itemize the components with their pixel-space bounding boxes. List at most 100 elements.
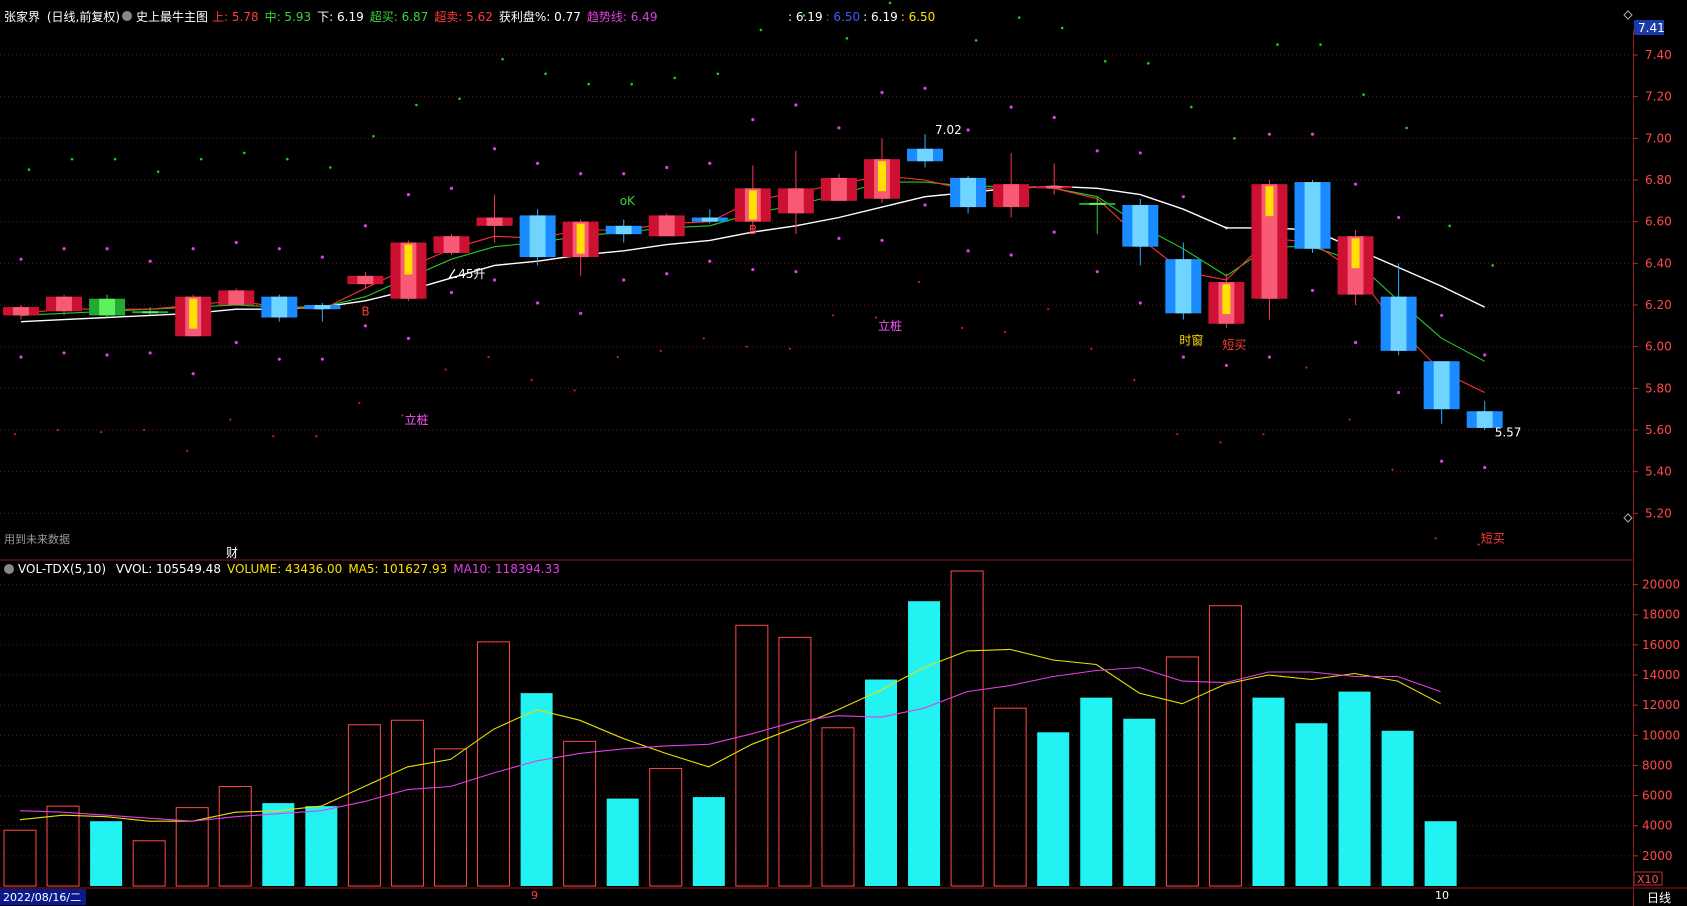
candle[interactable] — [648, 213, 685, 237]
candle[interactable] — [1208, 273, 1245, 328]
candle[interactable] — [261, 294, 298, 322]
candles[interactable] — [3, 134, 1503, 430]
indicator-dot — [530, 378, 533, 382]
period-label[interactable]: 日线 — [1647, 891, 1671, 905]
volume-tick-label: 8000 — [1642, 758, 1673, 772]
price-tick-label: 6.00 — [1645, 340, 1672, 354]
volume-bar[interactable] — [821, 727, 855, 887]
indicator-dot — [70, 157, 74, 161]
candle[interactable] — [993, 152, 1030, 218]
volume-bar[interactable] — [606, 798, 639, 886]
indicator-dot — [745, 345, 748, 348]
indicator-dot — [62, 351, 66, 355]
indicator-dot — [579, 311, 583, 315]
volume-bar[interactable] — [390, 719, 424, 887]
indicator-dot — [573, 389, 576, 392]
indicator-dot — [665, 272, 669, 276]
volume-bar[interactable] — [692, 797, 725, 886]
volume-bar[interactable] — [1080, 697, 1113, 886]
candle[interactable] — [1036, 163, 1073, 195]
candle[interactable] — [691, 209, 728, 224]
volume-bar[interactable] — [46, 805, 80, 887]
volume-bar[interactable] — [735, 624, 769, 887]
volume-bar[interactable] — [3, 829, 37, 887]
volume-bars[interactable] — [3, 570, 1457, 887]
value-field-1: 中: 5.93 — [265, 9, 312, 24]
candle[interactable] — [218, 288, 255, 305]
indicator-dot — [708, 161, 712, 165]
indicator-dot — [1147, 62, 1150, 65]
volume-bar[interactable] — [1338, 691, 1371, 886]
candle[interactable] — [562, 219, 599, 276]
volume-bar[interactable] — [865, 679, 897, 886]
candle[interactable] — [89, 294, 126, 318]
indicator-dot — [1219, 441, 1222, 444]
candle[interactable] — [605, 219, 642, 243]
volume-bar[interactable] — [434, 748, 467, 887]
volume-bar[interactable] — [1295, 723, 1328, 886]
volume-bar[interactable] — [1208, 605, 1242, 887]
indicator-dot — [458, 97, 461, 101]
volume-bar[interactable] — [993, 707, 1027, 887]
volume-bar[interactable] — [649, 767, 683, 887]
indicator-dot — [837, 126, 841, 130]
candle[interactable] — [476, 194, 513, 243]
candle[interactable] — [950, 175, 987, 214]
candle[interactable] — [1380, 263, 1417, 355]
indicator-dot — [1440, 313, 1444, 318]
indicator-dot — [363, 224, 367, 228]
indicator-dot — [1267, 355, 1272, 359]
indicator-dot — [837, 236, 841, 240]
candle[interactable] — [347, 271, 384, 289]
candle[interactable] — [433, 234, 470, 255]
volume-bar[interactable] — [908, 601, 941, 886]
indicator-values: 上: 5.78 中: 5.93 下: 6.19 超买: 6.87 超卖: 5.62 获利盘… — [212, 9, 657, 24]
volume-bar[interactable] — [1252, 697, 1285, 886]
indicator-dot — [320, 255, 324, 259]
value-field-5: 获利盘%: 0.77 — [499, 9, 581, 24]
volume-bar[interactable] — [950, 570, 984, 887]
volume-bar[interactable] — [218, 786, 252, 887]
volume-bar[interactable] — [1381, 730, 1414, 886]
indicator-dot — [1138, 151, 1142, 155]
volume-bar[interactable] — [1165, 656, 1199, 887]
volume-bar[interactable] — [1123, 718, 1156, 886]
candle[interactable] — [1423, 361, 1460, 424]
candle[interactable] — [1165, 242, 1202, 320]
candle[interactable] — [304, 302, 341, 322]
volume-bar[interactable] — [520, 693, 553, 886]
volume-bar[interactable] — [132, 840, 166, 887]
vol-toggle-icon[interactable] — [4, 564, 14, 574]
candle[interactable] — [1251, 180, 1288, 320]
volume-bar[interactable] — [90, 821, 123, 886]
candle[interactable] — [519, 209, 556, 266]
candle[interactable] — [390, 240, 427, 301]
svg-text:VOL-TDX(5,10) VVOL: 105549: VOL-TDX(5,10) VVOL: 105549.48 VOLUME: 434… — [18, 562, 560, 576]
candle[interactable] — [1122, 198, 1159, 266]
indicator-dot — [961, 326, 964, 330]
indicator-dot — [186, 449, 189, 452]
candle[interactable] — [3, 305, 39, 320]
volume-bar[interactable] — [347, 724, 381, 887]
volume-bar[interactable] — [262, 803, 295, 886]
volume-bar[interactable] — [305, 806, 338, 886]
candle[interactable] — [1294, 180, 1331, 253]
indicator-toggle-icon[interactable] — [122, 11, 132, 21]
future-data-note: 用到未来数据 — [4, 532, 70, 546]
candle[interactable] — [175, 294, 212, 337]
volume-bar[interactable] — [563, 740, 597, 887]
volume-bar[interactable] — [1424, 821, 1457, 886]
indicator-dot — [622, 172, 626, 176]
stock-chart[interactable]: 张家界 (日线,前复权) 史上最牛主图 上: 5.78 中: 5.93 下: 6.1… — [0, 0, 1687, 906]
candle[interactable] — [820, 173, 857, 201]
indicator-dot — [1133, 378, 1136, 382]
candle[interactable] — [1337, 230, 1374, 305]
volume-bar[interactable] — [477, 641, 511, 887]
candle[interactable] — [1079, 196, 1116, 235]
indicator-dot — [1391, 468, 1394, 471]
volume-bar[interactable] — [778, 636, 812, 887]
candle[interactable] — [864, 138, 900, 203]
value-field-3: 超买: 6.87 — [370, 9, 429, 24]
volume-bar[interactable] — [1037, 732, 1070, 886]
candle[interactable] — [907, 134, 944, 168]
